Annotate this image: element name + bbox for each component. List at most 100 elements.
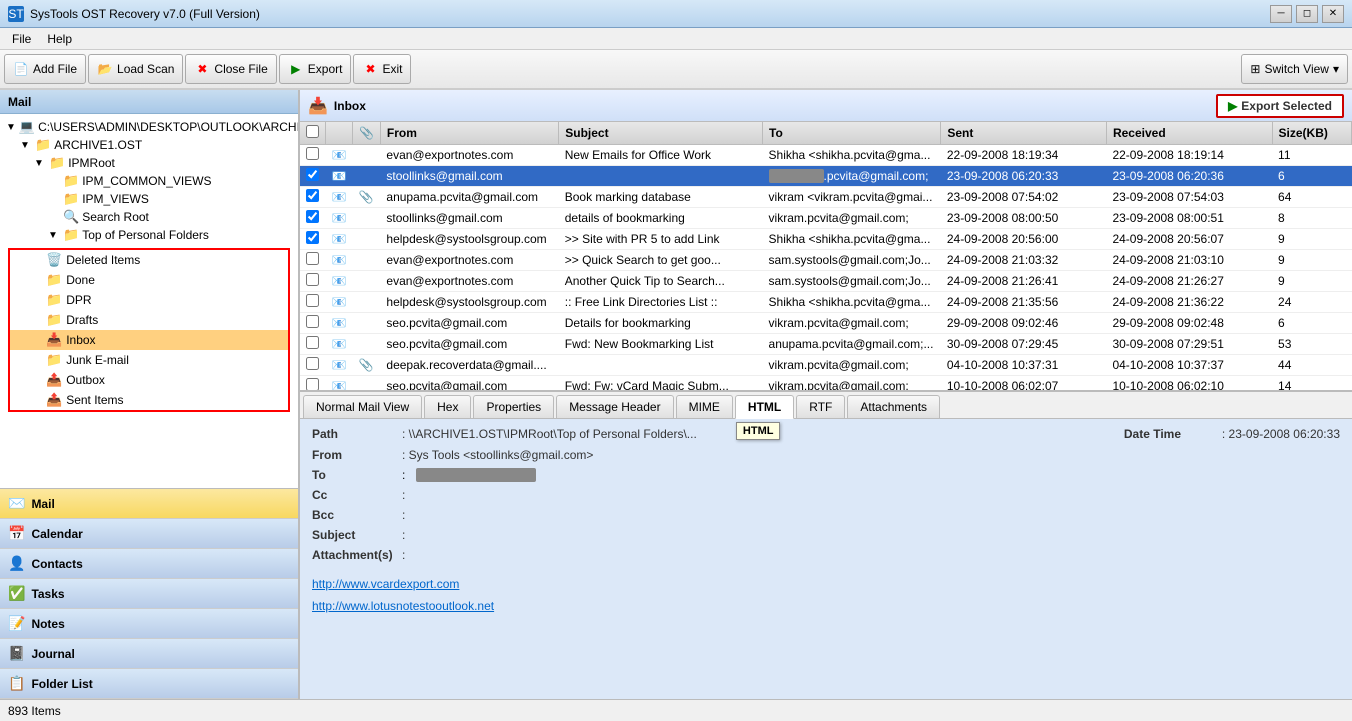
nav-mail[interactable]: ✉️ Mail	[0, 489, 298, 519]
tree-item-root[interactable]: ▼ 💻 C:\USERS\ADMIN\DESKTOP\OUTLOOK\ARCHI…	[4, 118, 294, 136]
folder-outbox[interactable]: 📤 Outbox	[10, 370, 288, 390]
row-icon: 📧	[326, 334, 353, 355]
row-checkbox[interactable]	[306, 315, 319, 328]
row-checkbox[interactable]	[306, 168, 319, 181]
minimize-button[interactable]: ─	[1270, 5, 1292, 23]
row-checkbox[interactable]	[306, 378, 319, 391]
close-button[interactable]: ✕	[1322, 5, 1344, 23]
folder-junk-email[interactable]: 📁 Junk E-mail	[10, 350, 288, 370]
tree-item-top-personal[interactable]: ▼ 📁 Top of Personal Folders	[46, 226, 294, 244]
close-file-button[interactable]: ✖ Close File	[185, 54, 276, 84]
nav-calendar[interactable]: 📅 Calendar	[0, 519, 298, 549]
tab-message-header[interactable]: Message Header	[556, 395, 673, 418]
row-checkbox[interactable]	[306, 252, 319, 265]
folder-label: Deleted Items	[66, 253, 140, 267]
tab-rtf[interactable]: RTF	[796, 395, 845, 418]
folder-inbox[interactable]: 📥 Inbox	[10, 330, 288, 350]
email-table-container[interactable]: 📎 From Subject To Sent Received Size(KB)…	[300, 122, 1352, 392]
menu-help[interactable]: Help	[39, 30, 80, 48]
row-checkbox[interactable]	[306, 231, 319, 244]
nav-notes[interactable]: 📝 Notes	[0, 609, 298, 639]
folder-drafts[interactable]: 📁 Drafts	[10, 310, 288, 330]
row-checkbox[interactable]	[306, 189, 319, 202]
nav-journal[interactable]: 📓 Journal	[0, 639, 298, 669]
col-size[interactable]: Size(KB)	[1272, 122, 1351, 145]
datetime-row: Date Time : 23-09-2008 06:20:33	[1124, 427, 1340, 441]
row-checkbox[interactable]	[306, 357, 319, 370]
row-checkbox[interactable]	[306, 210, 319, 223]
table-row[interactable]: 📧helpdesk@systoolsgroup.com>> Site with …	[300, 229, 1352, 250]
row-size: 9	[1272, 250, 1351, 271]
exit-button[interactable]: ✖ Exit	[353, 54, 411, 84]
row-checkbox[interactable]	[306, 336, 319, 349]
row-checkbox[interactable]	[306, 273, 319, 286]
tree-item-ipm-views[interactable]: 📁 IPM_VIEWS	[46, 190, 294, 208]
tree-item-search-root[interactable]: 🔍 Search Root	[46, 208, 294, 226]
from-value: : Sys Tools <stoollinks@gmail.com>	[402, 448, 593, 462]
table-row[interactable]: 📧📎deepak.recoverdata@gmail....vikram.pcv…	[300, 355, 1352, 376]
nav-contacts[interactable]: 👤 Contacts	[0, 549, 298, 579]
tab-hex[interactable]: Hex	[424, 395, 471, 418]
tab-html[interactable]: HTML HTML	[735, 395, 794, 419]
row-from: seo.pcvita@gmail.com	[380, 313, 558, 334]
table-row[interactable]: 📧evan@exportnotes.comAnother Quick Tip t…	[300, 271, 1352, 292]
table-row[interactable]: 📧evan@exportnotes.comNew Emails for Offi…	[300, 145, 1352, 166]
col-from[interactable]: From	[380, 122, 558, 145]
switch-view-button[interactable]: ⊞ Switch View ▾	[1241, 54, 1348, 84]
path-value: : \\ARCHIVE1.OST\IPMRoot\Top of Personal…	[402, 427, 697, 441]
folder-list-icon: 📋	[8, 675, 25, 692]
table-row[interactable]: 📧stoollinks@gmail.comdetails of bookmark…	[300, 208, 1352, 229]
folder-sent-items[interactable]: 📤 Sent Items	[10, 390, 288, 410]
folder-icon: 📁	[63, 173, 79, 189]
tree-item-ipm-common[interactable]: 📁 IPM_COMMON_VIEWS	[46, 172, 294, 190]
nav-tasks-label: Tasks	[31, 587, 64, 601]
nav-tasks[interactable]: ✅ Tasks	[0, 579, 298, 609]
table-row[interactable]: 📧helpdesk@systoolsgroup.com:: Free Link …	[300, 292, 1352, 313]
expand-icon[interactable]: ▼	[6, 122, 16, 133]
menu-file[interactable]: File	[4, 30, 39, 48]
row-subject: >> Site with PR 5 to add Link	[559, 229, 763, 250]
export-button[interactable]: ▶ Export	[279, 54, 352, 84]
inbox-header-icon: 📥	[308, 96, 328, 116]
expand-icon[interactable]: ▼	[48, 230, 60, 241]
table-row[interactable]: 📧seo.pcvita@gmail.comFwd: Fw: vCard Magi…	[300, 376, 1352, 393]
col-subject[interactable]: Subject	[559, 122, 763, 145]
expand-icon[interactable]: ▼	[34, 158, 46, 169]
tab-properties[interactable]: Properties	[473, 395, 554, 418]
tree-item-ipmroot[interactable]: ▼ 📁 IPMRoot	[32, 154, 294, 172]
table-row[interactable]: 📧📎anupama.pcvita@gmail.comBook marking d…	[300, 187, 1352, 208]
link-lotusnotestooutlook[interactable]: http://www.lotusnotestooutlook.net	[312, 595, 1340, 617]
folder-done[interactable]: 📁 Done	[10, 270, 288, 290]
table-row[interactable]: 📧seo.pcvita@gmail.comDetails for bookmar…	[300, 313, 1352, 334]
tab-attachments[interactable]: Attachments	[847, 395, 940, 418]
col-to[interactable]: To	[763, 122, 941, 145]
row-icon: 📧	[326, 187, 353, 208]
row-checkbox[interactable]	[306, 147, 319, 160]
row-subject	[559, 355, 763, 376]
folder-dpr[interactable]: 📁 DPR	[10, 290, 288, 310]
tab-mime[interactable]: MIME	[676, 395, 733, 418]
load-scan-button[interactable]: 📂 Load Scan	[88, 54, 183, 84]
row-checkbox[interactable]	[306, 294, 319, 307]
tab-normal-mail-view[interactable]: Normal Mail View	[303, 395, 422, 418]
link-vcardexport[interactable]: http://www.vcardexport.com	[312, 573, 1340, 595]
select-all-checkbox[interactable]	[306, 125, 319, 138]
nav-contacts-label: Contacts	[31, 557, 82, 571]
expand-icon[interactable]: ▼	[20, 140, 32, 151]
titlebar-controls[interactable]: ─ ◻ ✕	[1270, 5, 1344, 23]
table-row[interactable]: 📧seo.pcvita@gmail.comFwd: New Bookmarkin…	[300, 334, 1352, 355]
table-row[interactable]: 📧evan@exportnotes.com>> Quick Search to …	[300, 250, 1352, 271]
table-row[interactable]: 📧stoollinks@gmail.com██████.pcvita@gmail…	[300, 166, 1352, 187]
restore-button[interactable]: ◻	[1296, 5, 1318, 23]
add-file-button[interactable]: 📄 Add File	[4, 54, 86, 84]
col-sent[interactable]: Sent	[941, 122, 1107, 145]
col-check[interactable]	[300, 122, 326, 145]
sent-icon: 📤	[46, 392, 62, 408]
folder-deleted-items[interactable]: 🗑️ Deleted Items	[10, 250, 288, 270]
row-from: helpdesk@systoolsgroup.com	[380, 229, 558, 250]
export-selected-button[interactable]: ▶ Export Selected	[1216, 94, 1344, 118]
col-received[interactable]: Received	[1106, 122, 1272, 145]
nav-folder-list[interactable]: 📋 Folder List	[0, 669, 298, 699]
tree-item-archive[interactable]: ▼ 📁 ARCHIVE1.OST	[18, 136, 294, 154]
row-sent: 24-09-2008 21:35:56	[941, 292, 1107, 313]
